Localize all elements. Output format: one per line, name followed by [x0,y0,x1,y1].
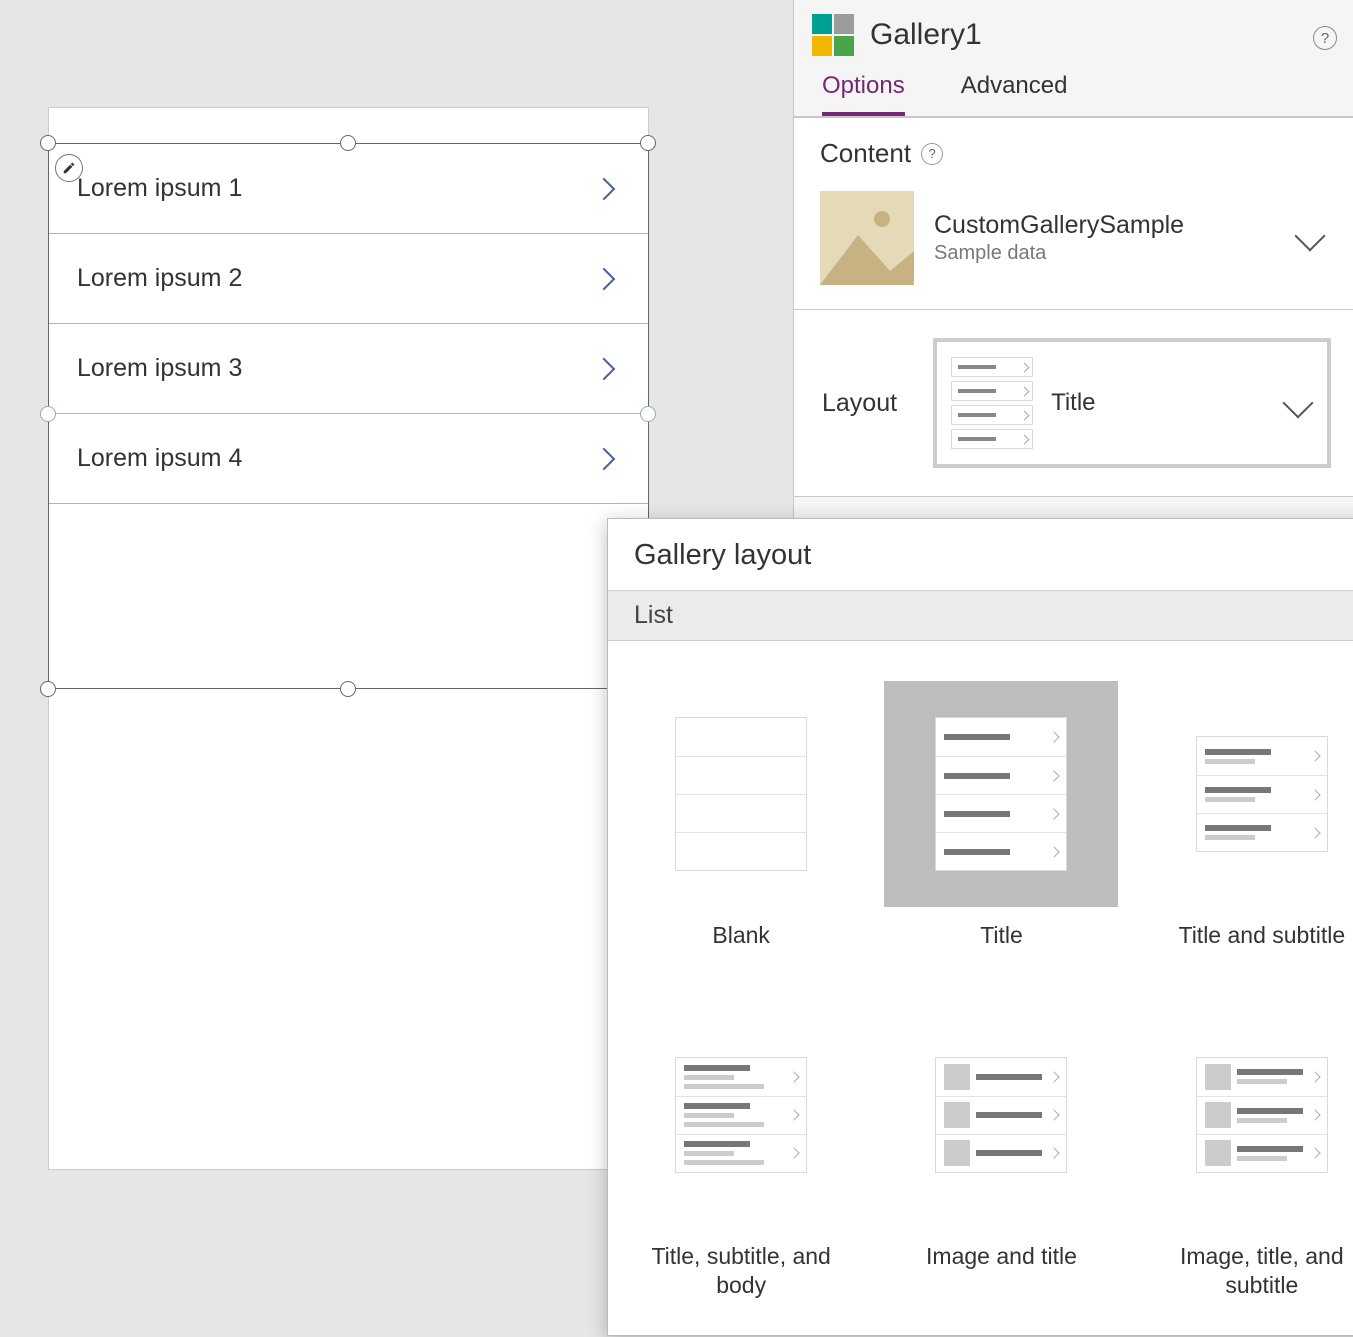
layout-thumb-icon [1196,736,1328,852]
chevron-right-icon[interactable] [593,267,616,290]
panel-title: Gallery1 [870,18,982,52]
chevron-down-icon[interactable] [1282,387,1313,418]
layout-option-image-title-subtitle[interactable]: Image, title, and subtitle [1137,994,1353,1308]
layout-label: Layout [822,389,897,418]
resize-handle[interactable] [340,681,356,697]
layout-option-label: Title, subtitle, and body [636,1242,846,1300]
layout-thumb-icon [675,1057,807,1173]
layout-option-image-title[interactable]: Image and title [876,994,1126,1308]
data-source-sub: Sample data [934,242,1327,265]
image-placeholder-icon [820,191,914,285]
layout-option-label: Title and subtitle [1179,921,1346,950]
layout-section: Layout Title [794,310,1353,497]
gallery-control[interactable]: Lorem ipsum 1 Lorem ipsum 2 Lorem ipsum … [48,143,649,689]
chevron-right-icon[interactable] [593,177,616,200]
layout-dropdown[interactable]: Title [933,338,1331,468]
panel-header: Gallery1 ? [794,0,1353,56]
panel-tabs: Options Advanced [794,56,1353,117]
data-source-name: CustomGallerySample [934,211,1327,240]
layout-option-label: Image and title [926,1242,1077,1271]
resize-handle[interactable] [640,135,656,151]
tab-options[interactable]: Options [822,72,905,116]
content-heading-text: Content [820,138,911,169]
popup-category: List [608,590,1353,641]
popup-title: Gallery layout [608,519,1353,590]
gallery-icon [812,14,854,56]
chevron-right-icon[interactable] [593,357,616,380]
resize-handle[interactable] [40,681,56,697]
layout-option-label: Title [980,921,1023,950]
layout-thumbnail-icon [951,357,1033,449]
layout-option-blank[interactable]: Blank [616,673,866,958]
layout-option-label: Image, title, and subtitle [1157,1242,1353,1300]
gallery-row[interactable]: Lorem ipsum 3 [49,324,648,414]
gallery-row[interactable]: Lorem ipsum 1 [49,144,648,234]
pencil-icon [62,161,76,175]
gallery-layout-popup: Gallery layout List Blank Title [607,518,1353,1336]
gallery-row-title: Lorem ipsum 4 [77,444,242,473]
gallery-row-title: Lorem ipsum 1 [77,174,242,203]
help-icon[interactable]: ? [1313,26,1337,50]
popup-body: Blank Title Title and subti [608,641,1353,1335]
resize-handle[interactable] [340,135,356,151]
layout-thumb-icon [935,717,1067,871]
layout-option-title[interactable]: Title [876,673,1126,958]
layout-selected-text: Title [1051,389,1269,417]
edit-gallery-button[interactable] [55,154,83,182]
layout-option-title-subtitle[interactable]: Title and subtitle [1137,673,1353,958]
gallery-row-title: Lorem ipsum 2 [77,264,242,293]
gallery-row[interactable]: Lorem ipsum 2 [49,234,648,324]
resize-handle[interactable] [40,135,56,151]
gallery-row[interactable]: Lorem ipsum 4 [49,414,648,504]
layout-option-label: Blank [712,921,770,950]
layout-thumb-icon [935,1057,1067,1173]
tab-advanced[interactable]: Advanced [961,72,1068,116]
data-source-picker[interactable]: CustomGallerySample Sample data [820,191,1327,285]
template-resize-handle[interactable] [40,406,56,422]
layout-thumb-icon [675,717,807,871]
help-icon[interactable]: ? [921,143,943,165]
chevron-right-icon[interactable] [593,447,616,470]
layout-thumb-icon [1196,1057,1328,1173]
content-section: Content ? CustomGallerySample Sample dat… [794,117,1353,310]
layout-option-title-subtitle-body[interactable]: Title, subtitle, and body [616,994,866,1308]
content-heading: Content ? [820,138,1327,169]
gallery-row-title: Lorem ipsum 3 [77,354,242,383]
template-resize-handle[interactable] [640,406,656,422]
